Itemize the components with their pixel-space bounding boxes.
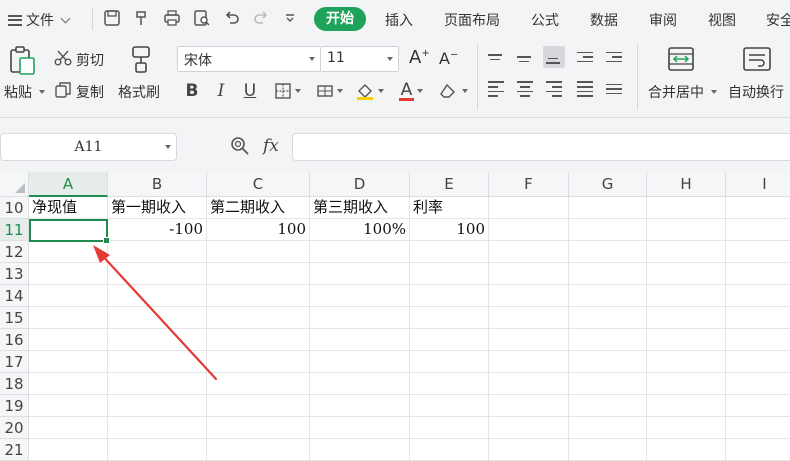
tab-data[interactable]: 数据 xyxy=(590,10,618,30)
cell-style-icon[interactable] xyxy=(312,80,346,102)
align-left-icon[interactable] xyxy=(485,78,507,100)
chevron-down-icon xyxy=(60,13,71,23)
copy-label: 复制 xyxy=(76,85,104,101)
zoom-search-icon[interactable] xyxy=(230,136,250,160)
align-middle-icon[interactable] xyxy=(514,46,536,68)
undo-icon[interactable] xyxy=(222,8,242,28)
paste-dropdown-caret xyxy=(39,90,45,94)
formula-bar: A11 fx xyxy=(0,118,790,172)
format-painter-button[interactable]: 格式刷 xyxy=(118,82,160,102)
tab-page-layout[interactable]: 页面布局 xyxy=(444,10,500,30)
paste-button[interactable]: 粘贴 xyxy=(4,82,45,102)
paste-icon[interactable] xyxy=(6,44,38,80)
tab-formulas[interactable]: 公式 xyxy=(531,10,559,30)
clear-format-icon[interactable] xyxy=(436,80,470,102)
italic-icon[interactable]: I xyxy=(212,80,230,102)
wrap-text-icon[interactable] xyxy=(742,46,772,76)
customize-toolbar-icon[interactable] xyxy=(280,8,300,28)
ribbon-toolbar: 粘贴 剪切 复制 格式刷 宋体 11 A+ A− B I U A 合并居中 自动… xyxy=(0,38,790,118)
font-name-value: 宋体 xyxy=(184,53,212,69)
menu-bar: 文件 开始 插入 页面布局 公式 数据 审阅 视图 安全 xyxy=(0,0,790,38)
copy-button[interactable]: 复制 xyxy=(54,81,104,103)
align-right-icon[interactable] xyxy=(543,78,565,100)
insert-function-button[interactable]: fx xyxy=(263,136,279,156)
copy-icon xyxy=(54,81,72,103)
name-box[interactable]: A11 xyxy=(0,133,177,161)
decrease-indent-icon[interactable] xyxy=(574,46,596,68)
tab-review[interactable]: 审阅 xyxy=(649,10,677,30)
increase-indent-icon[interactable] xyxy=(603,46,625,68)
decrease-font-icon[interactable]: A− xyxy=(439,49,458,68)
merge-center-icon[interactable] xyxy=(667,46,695,76)
distributed-align-icon[interactable] xyxy=(603,78,625,100)
tab-view[interactable]: 视图 xyxy=(708,10,736,30)
bold-icon[interactable]: B xyxy=(183,80,201,102)
justify-icon[interactable] xyxy=(574,78,596,100)
borders-icon[interactable] xyxy=(270,80,304,102)
file-menu[interactable]: 文件 xyxy=(8,10,71,30)
scissors-icon xyxy=(54,49,72,71)
menu-divider xyxy=(92,8,93,30)
align-top-icon[interactable] xyxy=(485,46,507,68)
font-name-select[interactable]: 宋体 xyxy=(177,46,321,72)
merge-dropdown-caret xyxy=(711,90,717,94)
file-menu-label: 文件 xyxy=(26,13,54,29)
cut-button[interactable]: 剪切 xyxy=(54,49,104,71)
tab-home[interactable]: 开始 xyxy=(314,7,366,31)
merge-center-label: 合并居中 xyxy=(648,85,704,101)
align-bottom-icon[interactable] xyxy=(543,46,565,68)
font-size-value: 11 xyxy=(327,50,345,66)
font-size-dropdown-caret xyxy=(387,57,393,61)
fill-color-icon[interactable] xyxy=(352,80,386,102)
font-size-select[interactable]: 11 xyxy=(321,46,399,72)
name-box-value: A11 xyxy=(74,139,103,155)
tab-security[interactable]: 安全 xyxy=(766,10,790,30)
print-preview-icon[interactable] xyxy=(192,8,212,28)
annotation-arrow xyxy=(93,245,218,381)
redo-icon[interactable] xyxy=(251,8,271,28)
ribbon-divider xyxy=(477,44,478,110)
hamburger-icon xyxy=(8,14,22,26)
cut-label: 剪切 xyxy=(76,53,104,69)
font-color-icon[interactable]: A xyxy=(394,80,428,102)
underline-icon[interactable]: U xyxy=(241,80,259,102)
save-icon[interactable] xyxy=(102,8,122,28)
paste-label: 粘贴 xyxy=(4,85,32,101)
format-painter-icon[interactable] xyxy=(128,44,154,78)
increase-font-icon[interactable]: A+ xyxy=(409,47,430,68)
wrap-text-button[interactable]: 自动换行 xyxy=(728,82,784,102)
merge-center-button[interactable]: 合并居中 xyxy=(648,82,717,102)
print-icon[interactable] xyxy=(162,8,182,28)
format-painter-quick-icon[interactable] xyxy=(132,8,152,28)
align-center-icon[interactable] xyxy=(514,78,536,100)
spreadsheet-grid: A B C D E F G H I 10 11 12 13 14 15 16 1… xyxy=(0,172,790,461)
font-name-dropdown-caret xyxy=(309,57,315,61)
formula-input[interactable] xyxy=(292,133,790,161)
ribbon-divider xyxy=(637,44,638,110)
name-box-dropdown-caret xyxy=(165,145,171,149)
tab-insert[interactable]: 插入 xyxy=(385,10,413,30)
